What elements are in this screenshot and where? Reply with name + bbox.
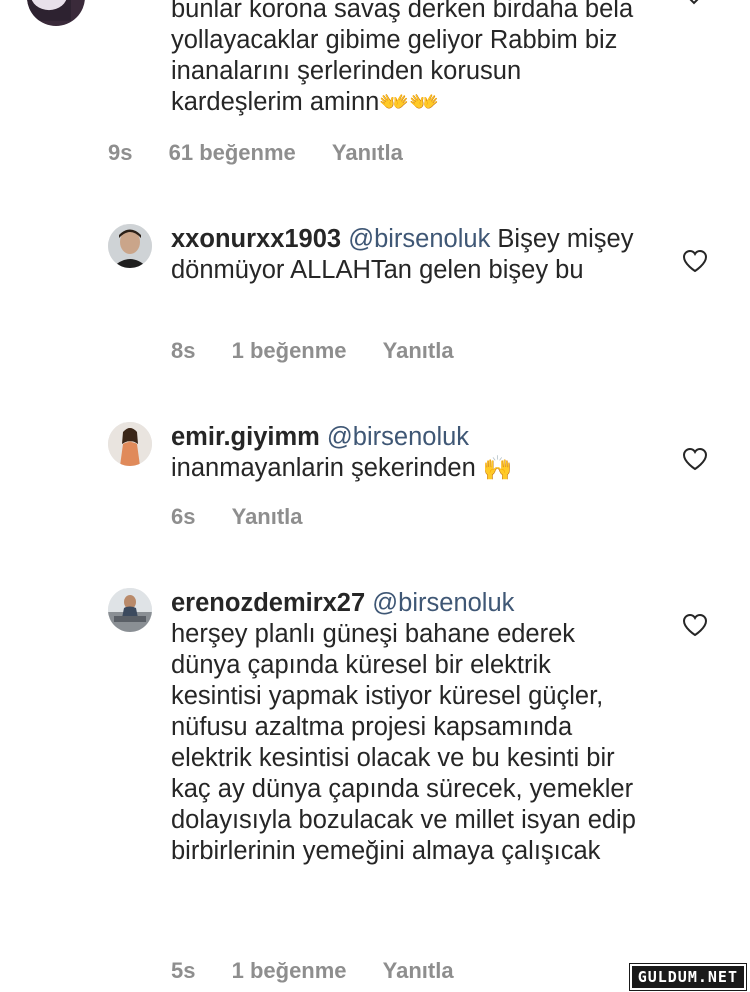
svg-text:· · · · · ·: · · · · · · [41, 0, 57, 3]
comment-line-text: kardeşlerim aminn [171, 88, 380, 116]
comment-time: 9s [108, 140, 133, 165]
comment-text: emir.giyimm @birsenoluk inanmayanlarin ş… [171, 422, 641, 484]
comment-text: xxonurxx1903 @birsenoluk Bişey mişey dön… [171, 224, 641, 286]
raised-hands-emoji: 🙌 [482, 455, 513, 482]
like-count[interactable]: 1 beğenme [232, 338, 347, 364]
reply-button[interactable]: Yanıtla [232, 504, 303, 530]
heart-outline-icon[interactable] [682, 613, 708, 637]
comment-meta: 6s Yanıtla [171, 504, 333, 530]
comment-mention[interactable]: @birsenoluk [348, 225, 490, 253]
comment-time: 6s [171, 504, 196, 529]
like-count[interactable]: 61 beğenme [169, 140, 296, 166]
reply-button[interactable]: Yanıtla [383, 338, 454, 364]
avatar-image [108, 422, 152, 466]
comment-text: bunlar korona savaş derken birdaha bela … [171, 0, 641, 118]
open-hands-emoji: 👐👐 [379, 89, 440, 116]
reply-button[interactable]: Yanıtla [383, 958, 454, 984]
watermark-logo: GULDUM.NET [628, 963, 748, 991]
comment-meta: 5s 1 beğenme Yanıtla [171, 958, 484, 984]
comment-line: kardeşlerim aminn👐👐 [171, 87, 641, 118]
reply-button[interactable]: Yanıtla [332, 140, 403, 166]
chevron-down-icon[interactable] [684, 0, 704, 6]
avatar[interactable] [108, 224, 152, 268]
comment-username[interactable]: erenozdemirx27 [171, 589, 365, 617]
comment-username[interactable]: emir.giyimm [171, 423, 320, 451]
avatar[interactable] [108, 588, 152, 632]
avatar-image [108, 224, 152, 268]
comment-text: erenozdemirx27 @birsenoluk herşey planlı… [171, 588, 641, 867]
comment-line: inanalarını şerlerinden korusun [171, 57, 522, 85]
comment-username[interactable]: xxonurxx1903 [171, 225, 341, 253]
comment-line: yollayacaklar gibime geliyor Rabbim biz [171, 26, 618, 54]
avatar[interactable]: · · · · · · [27, 0, 85, 26]
comment-meta: 9s 61 beğenme Yanıtla [108, 140, 433, 166]
comment-meta: 8s 1 beğenme Yanıtla [171, 338, 484, 364]
like-count[interactable]: 1 beğenme [232, 958, 347, 984]
comment-body: inanmayanlarin şekerinden [171, 454, 476, 482]
heart-outline-icon[interactable] [682, 249, 708, 273]
avatar-image: · · · · · · [27, 0, 71, 21]
avatar[interactable] [108, 422, 152, 466]
comment-mention[interactable]: @birsenoluk [372, 589, 514, 617]
heart-outline-icon[interactable] [682, 447, 708, 471]
comment-line: bunlar korona savaş derken birdaha bela [171, 0, 634, 23]
comment-time: 8s [171, 338, 196, 363]
comment-body: herşey planlı güneşi bahane ederek dünya… [171, 620, 636, 865]
avatar-image [108, 588, 152, 632]
comment-mention[interactable]: @birsenoluk [327, 423, 469, 451]
comment-time: 5s [171, 958, 196, 983]
